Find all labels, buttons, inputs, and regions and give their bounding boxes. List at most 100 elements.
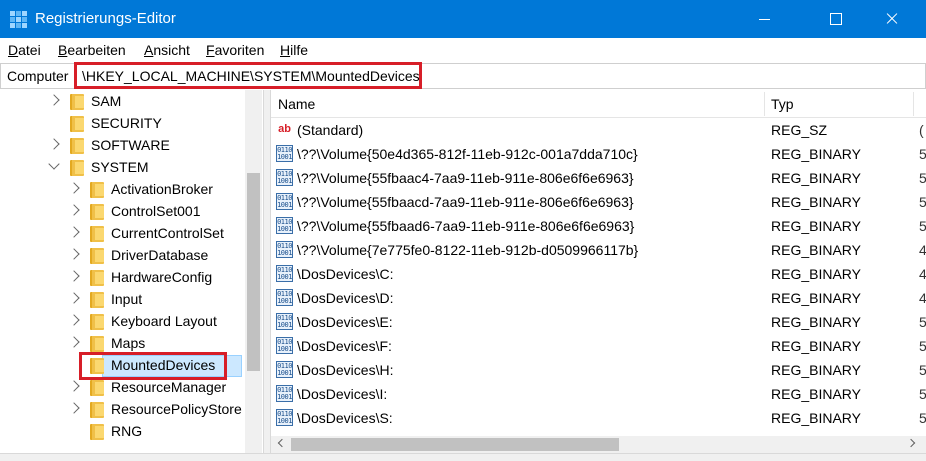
value-name: \DosDevices\C: [297,266,394,282]
value-name: \??\Volume{7e775fe0-8122-11eb-912b-d0509… [297,242,639,258]
binary-value-icon: 0110 1001 [276,361,293,378]
value-data-clipped: 4 [919,266,926,282]
column-type-header[interactable]: Typ [771,96,794,112]
chevron-right-icon[interactable] [68,380,80,392]
tree-item[interactable]: SYSTEM [0,157,245,179]
chevron-right-icon[interactable] [48,138,60,150]
column-separator[interactable] [913,92,914,116]
scroll-right-icon[interactable] [906,438,916,448]
tree-item[interactable]: RNG [0,421,245,443]
value-row[interactable]: 0110 1001 \DosDevices\I: REG_BINARY 5 [271,382,926,406]
binary-value-icon: 0110 1001 [276,241,293,258]
chevron-right-icon[interactable] [68,182,80,194]
value-type: REG_BINARY [771,242,861,258]
tree-item[interactable]: CurrentControlSet [0,223,245,245]
tree-item[interactable]: ControlSet001 [0,201,245,223]
chevron-right-icon[interactable] [68,248,80,260]
chevron-right-icon[interactable] [68,204,80,216]
value-row[interactable]: 0110 1001 \??\Volume{55fbaad6-7aa9-11eb-9… [271,214,926,238]
folder-icon [70,138,84,154]
menu-ansicht[interactable]: Ansicht [144,42,190,58]
column-separator[interactable] [764,92,765,116]
value-row[interactable]: 0110 1001 \DosDevices\H: REG_BINARY 5 [271,358,926,382]
value-name: \??\Volume{55fbaac4-7aa9-11eb-911e-806e6… [297,170,634,186]
scroll-left-icon[interactable] [277,438,287,448]
tree-pane: SAM SECURITY SOFTWARE SYSTEM ActivationBroke… [0,90,263,461]
chevron-right-icon[interactable] [68,336,80,348]
folder-icon [70,116,84,132]
value-row[interactable]: 0110 1001 \DosDevices\S: REG_BINARY 5 [271,406,926,430]
menu-bearbeiten[interactable]: Bearbeiten [58,42,126,58]
tree-item[interactable]: SAM [0,91,245,113]
chevron-right-icon[interactable] [68,270,80,282]
menu-datei[interactable]: Datei [8,42,41,58]
folder-icon [90,248,104,264]
tree-item[interactable]: HardwareConfig [0,267,245,289]
menu-label: nsicht [153,42,190,58]
binary-value-icon: 0110 1001 [276,289,293,306]
chevron-down-icon[interactable] [48,158,60,170]
tree-item-label: Maps [111,335,146,351]
chevron-right-icon[interactable] [68,314,80,326]
tree-item[interactable]: DriverDatabase [0,245,245,267]
maximize-button[interactable] [812,0,858,38]
value-data-clipped: 4 [919,242,926,258]
value-data-clipped: 5 [919,218,926,234]
value-data-clipped: 5 [919,362,926,378]
value-row[interactable]: 0110 1001 \??\Volume{55fbaac4-7aa9-11eb-9… [271,166,926,190]
value-row[interactable]: 0110 1001 \DosDevices\E: REG_BINARY 5 [271,310,926,334]
value-row[interactable]: 0110 1001 \??\Volume{7e775fe0-8122-11eb-9… [271,238,926,262]
tree-item-label: SAM [91,93,122,109]
tree-item-label: CurrentControlSet [111,225,224,241]
chevron-right-icon[interactable] [68,402,80,414]
chevron-right-icon[interactable] [68,226,80,238]
folder-icon [90,226,104,242]
value-row[interactable]: 0110 1001 \??\Volume{55fbaacd-7aa9-11eb-9… [271,190,926,214]
menu-label: avoriten [214,42,265,58]
binary-value-icon: 0110 1001 [276,217,293,234]
folder-icon [70,94,84,110]
folder-icon [90,182,104,198]
folder-icon [90,424,104,440]
tree-item[interactable]: ResourceManager [0,377,245,399]
chevron-right-icon[interactable] [48,94,60,106]
values-horizontal-scrollbar[interactable] [271,436,926,453]
value-row[interactable]: 0110 1001 \??\Volume{50e4d365-812f-11eb-9… [271,142,926,166]
tree-item[interactable]: SECURITY [0,113,245,135]
values-scroll-thumb[interactable] [291,438,619,451]
tree-scroll-thumb[interactable] [247,173,260,371]
value-row[interactable]: 0110 1001 \DosDevices\C: REG_BINARY 4 [271,262,926,286]
tree-item[interactable]: Keyboard Layout [0,311,245,333]
pane-splitter[interactable] [263,90,271,461]
value-type: REG_BINARY [771,170,861,186]
folder-icon [90,270,104,286]
value-row[interactable]: ab (Standard) REG_SZ ( [271,118,926,142]
folder-icon [90,402,104,418]
menu-favoriten[interactable]: Favoriten [206,42,264,58]
menu-label: ilfe [290,42,309,58]
chevron-right-icon[interactable] [68,292,80,304]
close-button[interactable] [868,0,914,38]
column-name-header[interactable]: Name [278,96,315,112]
value-row[interactable]: 0110 1001 \DosDevices\D: REG_BINARY 4 [271,286,926,310]
tree-vertical-scrollbar[interactable] [245,90,262,461]
values-pane: Name Typ ab (Standard) REG_SZ(0110 1001 \??… [271,90,926,461]
tree-item[interactable]: ActivationBroker [0,179,245,201]
value-type: REG_BINARY [771,146,861,162]
value-data-clipped: 5 [919,314,926,330]
folder-icon [90,204,104,220]
menu-mnemonic: D [8,42,19,58]
minimize-button[interactable] [742,0,788,38]
menu-mnemonic: A [144,42,154,58]
tree-item-label: Input [111,291,143,307]
tree-item[interactable]: Input [0,289,245,311]
tree-item-label: ResourcePolicyStore [111,401,242,417]
value-type: REG_SZ [771,122,828,138]
value-row[interactable]: 0110 1001 \DosDevices\F: REG_BINARY 5 [271,334,926,358]
tree-item[interactable]: SOFTWARE [0,135,245,157]
menu-hilfe[interactable]: Hilfe [280,42,308,58]
tree-item[interactable]: ResourcePolicyStore [0,399,245,421]
tree-item-label: ActivationBroker [111,181,213,197]
tree-highlight-box [79,352,227,380]
value-name: \DosDevices\I: [297,386,388,402]
